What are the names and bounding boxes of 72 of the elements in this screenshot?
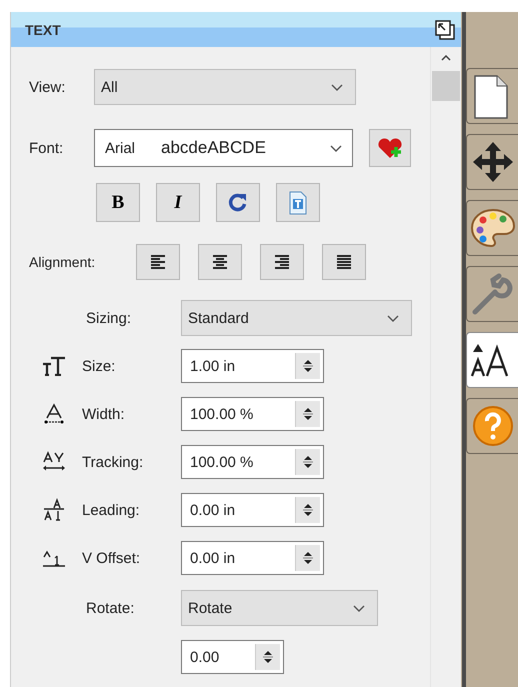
angle-spin-field[interactable]: 0.00 — [181, 640, 284, 674]
up-down-arrows-icon — [303, 406, 313, 422]
text-size-icon — [42, 356, 66, 376]
spinner-button[interactable] — [295, 401, 320, 427]
view-dropdown[interactable]: All — [94, 69, 356, 105]
text-document-button[interactable] — [276, 183, 320, 222]
chevron-down-icon — [330, 144, 342, 152]
spin-field[interactable]: 100.00 % — [181, 445, 324, 479]
field-label: Rotate: — [86, 600, 136, 616]
side-tab[interactable] — [466, 68, 518, 124]
refresh-icon — [227, 192, 249, 214]
leading-icon — [42, 498, 66, 522]
text-document-icon — [289, 190, 307, 214]
page-icon — [474, 75, 508, 119]
align-right-icon — [274, 254, 290, 270]
field-label: V Offset: — [82, 550, 142, 566]
wrench-icon — [472, 274, 512, 314]
panel-title: TEXT — [25, 22, 61, 38]
spinner-button[interactable] — [255, 644, 280, 670]
side-tab[interactable] — [466, 332, 518, 388]
sizing-dropdown[interactable]: Standard — [181, 300, 412, 336]
align-justify-icon — [336, 254, 352, 270]
italic-button[interactable]: I — [156, 183, 200, 222]
side-tab[interactable] — [466, 398, 518, 454]
up-down-arrows-icon — [303, 502, 313, 518]
scroll-up-icon[interactable] — [441, 55, 451, 61]
align-left-icon — [150, 254, 166, 270]
spin-field[interactable]: 1.00 in — [181, 349, 324, 383]
field-label: Width: — [82, 406, 126, 422]
up-down-arrows-icon — [303, 550, 313, 566]
chevron-down-icon — [387, 314, 399, 322]
up-down-arrows-icon — [303, 454, 313, 470]
scroll-thumb[interactable] — [432, 71, 460, 101]
chevron-down-icon — [353, 604, 365, 612]
spin-field[interactable]: 0.00 in — [181, 541, 324, 575]
field-label: Leading: — [82, 502, 141, 518]
field-label: Alignment: — [29, 254, 96, 270]
align-center-icon — [212, 254, 228, 270]
spin-field[interactable]: 100.00 % — [181, 397, 324, 431]
chevron-down-icon — [331, 84, 343, 90]
scrollbar[interactable] — [430, 47, 461, 687]
side-tab[interactable] — [466, 134, 518, 190]
field-label: Font: — [29, 140, 64, 156]
spin-field[interactable]: 0.00 in — [181, 493, 324, 527]
move-arrows-icon — [473, 142, 513, 182]
field-label: Size: — [82, 358, 116, 374]
spinner-button[interactable] — [295, 545, 320, 571]
align-center-button[interactable] — [198, 244, 242, 280]
heart-plus-icon — [377, 137, 403, 159]
help-icon — [473, 406, 513, 446]
vertical-offset-icon — [42, 549, 66, 567]
spinner-button[interactable] — [295, 449, 320, 475]
undock-icon[interactable] — [435, 20, 455, 40]
spinner-button[interactable] — [295, 497, 320, 523]
field-label: View: — [29, 78, 66, 96]
text-width-icon — [42, 403, 66, 425]
palette-icon — [471, 209, 515, 247]
text-size-icon — [470, 344, 508, 378]
align-justify-button[interactable] — [322, 244, 366, 280]
field-label: Sizing: — [86, 310, 132, 326]
font-dropdown[interactable]: Arial abcdeABCDE — [94, 129, 353, 167]
refresh-button[interactable] — [216, 183, 260, 222]
rotate-dropdown[interactable]: Rotate — [181, 590, 378, 626]
bold-button[interactable]: B — [96, 183, 140, 222]
align-left-button[interactable] — [136, 244, 180, 280]
add-favorite-button[interactable] — [369, 129, 411, 167]
tracking-icon — [42, 451, 66, 473]
align-right-button[interactable] — [260, 244, 304, 280]
spinner-button[interactable] — [295, 353, 320, 379]
up-down-arrows-icon — [263, 649, 273, 665]
up-down-arrows-icon — [303, 358, 313, 374]
field-label: Tracking: — [82, 454, 144, 470]
